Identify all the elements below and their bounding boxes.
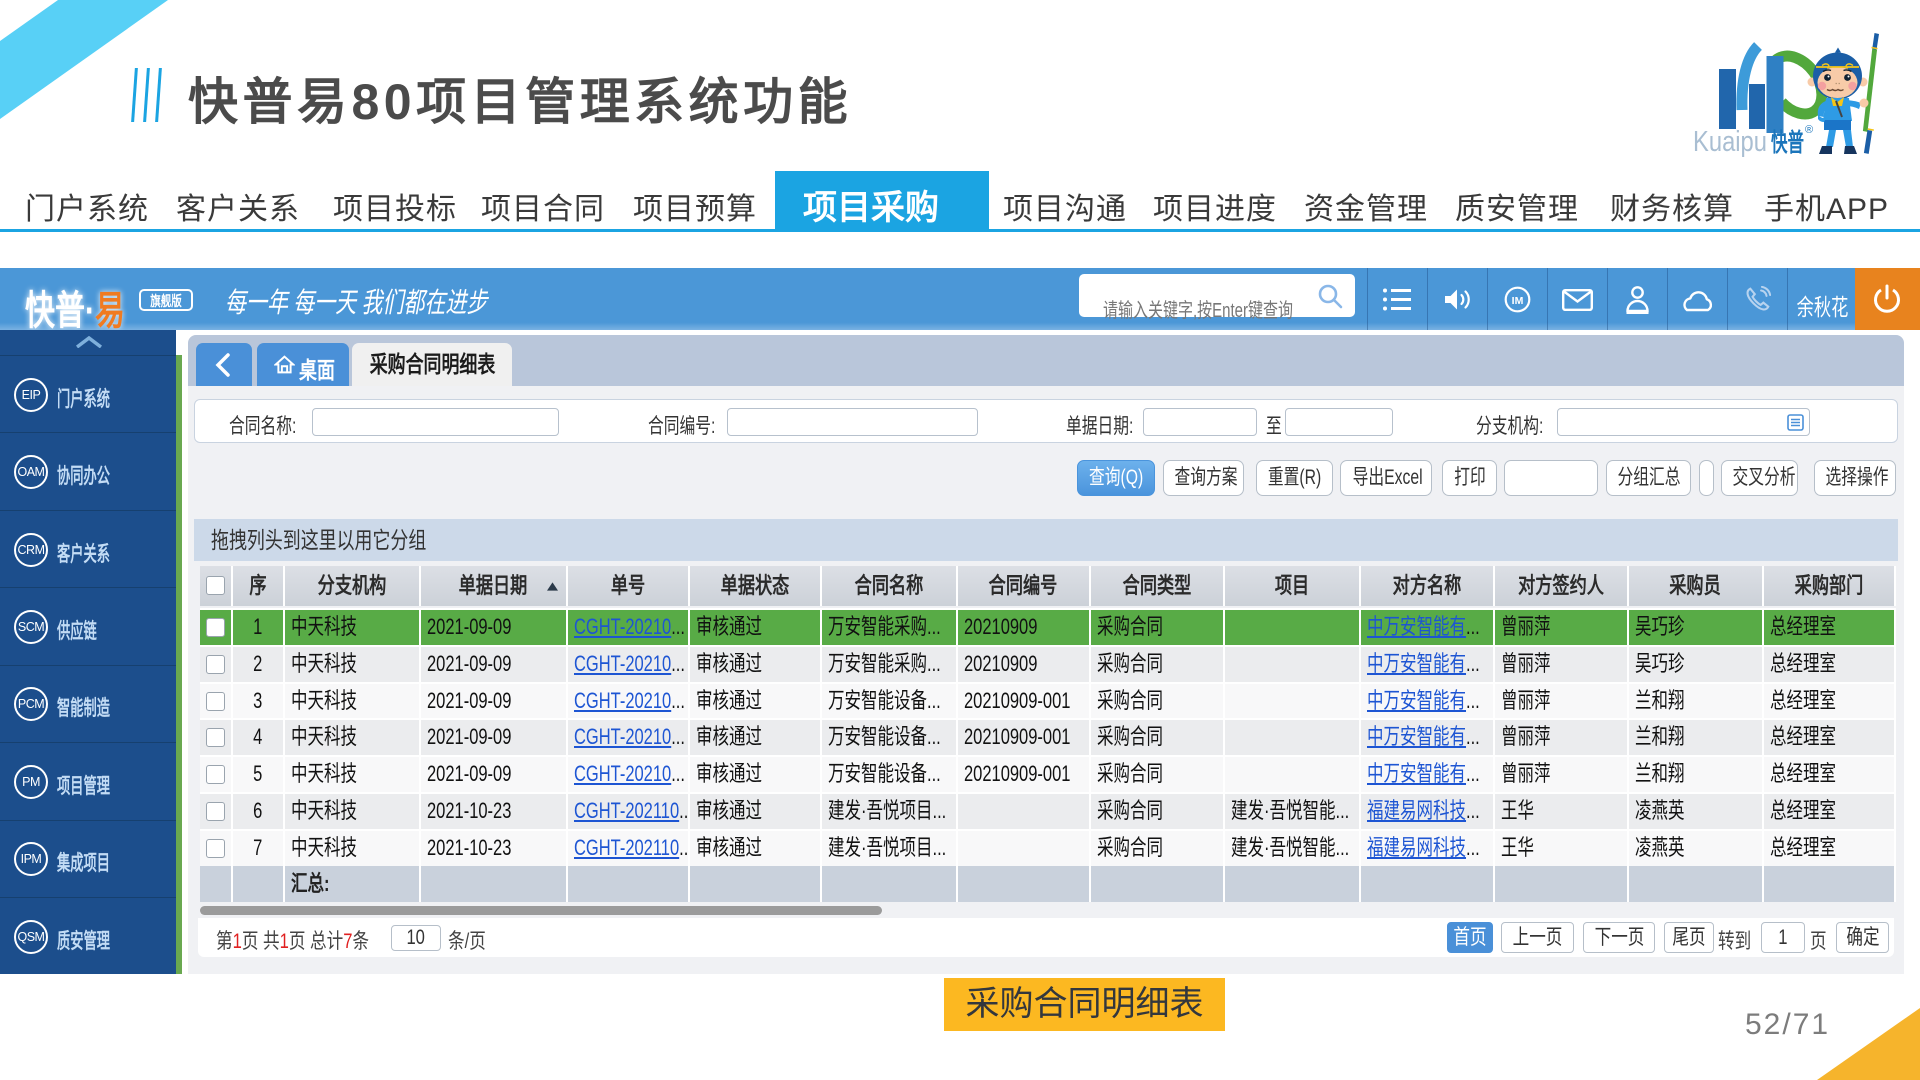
svg-text:快普: 快普 [1771, 128, 1804, 157]
svg-text:Kuaipu: Kuaipu [1693, 126, 1767, 158]
svg-text:®: ® [1805, 124, 1813, 136]
svg-text:IM: IM [1512, 295, 1524, 307]
